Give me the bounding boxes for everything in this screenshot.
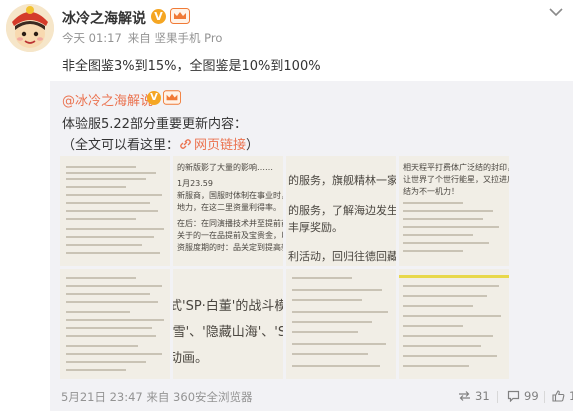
verified-v-icon: V — [147, 91, 161, 105]
image-2-text-line3: 新服商，国服时体制在事业时，并且对 — [177, 191, 283, 200]
link-icon — [180, 139, 191, 149]
comment-count: 99 — [524, 389, 539, 403]
repost-count: 31 — [475, 389, 490, 403]
repost-text-suffix: ） — [246, 138, 260, 153]
repost-image-4[interactable]: 相天程平打费体广泛结的封印，行动机，大后际目1 让世界了个世行能星，又拉进后有有… — [399, 156, 509, 266]
author-name[interactable]: 冰冷之海解说 — [62, 8, 146, 28]
repost-text-line1: 体验服5.22部分重要更新内容： — [62, 117, 247, 132]
repost-meta: 5月21日 23:47 来自 360安全浏览器 — [61, 389, 253, 405]
level-badge-icon — [170, 8, 190, 24]
like-button[interactable]: 121 — [552, 389, 573, 403]
post-time[interactable]: 今天 01:17 — [62, 31, 122, 45]
repost-footer: 5月21日 23:47 来自 360安全浏览器 31 99 121 — [61, 387, 573, 407]
image-2-text-line6: 关于的一在品提前及宝贵金，以及资格方中 — [177, 231, 283, 240]
repost-image-2[interactable]: 的新版影了大量的影响…… 1月23.59 新服商，国服时体制在事业时，并且对 地… — [173, 156, 283, 266]
avatar-image-icon — [6, 4, 54, 52]
comment-button[interactable]: 99 — [507, 389, 539, 403]
image-4-text-line3: 结为不一机力！ — [403, 187, 459, 196]
repost-image-3[interactable]: 的服务，旗舰精林一家，伊吹，全业师 的服务，了解海边发生的事情，即可获 丰厚奖励… — [286, 156, 396, 266]
repost-button[interactable]: 31 — [458, 389, 490, 403]
repost-image-6[interactable]: 式'SP·白董'的战斗模型， '雪'、'隐藏山海'、'SP·白 动画。 — [173, 269, 283, 379]
image-3-text-line3: 丰厚奖励。 — [288, 221, 343, 234]
repost-text-prefix: （全文可以看这里： — [62, 138, 180, 153]
repost-author[interactable]: @冰冷之海解说 — [62, 90, 153, 109]
image-4-text-line2: 让世界了个世行能星，又拉进后有有终始前全评 — [403, 175, 509, 184]
image-2-text-line5: 在后：在同演播技术并至提前前的刻画，有的 — [177, 219, 283, 228]
web-link[interactable]: 网页链接 — [179, 138, 246, 153]
like-count: 121 — [569, 389, 573, 403]
repost-image-7[interactable] — [286, 269, 396, 379]
image-6-text-line1: 式'SP·白董'的战斗模型， — [173, 299, 283, 314]
author-avatar[interactable] — [6, 4, 54, 52]
image-2-text-title: 的新版影了大量的影响…… — [177, 163, 273, 172]
image-6-text-line3: 动画。 — [173, 351, 209, 366]
comment-icon — [507, 390, 520, 403]
image-2-text-line7: 资服度期的时：品关定到提高新制自来的 — [177, 243, 283, 252]
post-text: 非全图鉴3%到15%，全图鉴是10%到100% — [62, 59, 321, 74]
chevron-down-icon[interactable] — [548, 6, 564, 18]
repost-image-1[interactable] — [60, 156, 170, 266]
repost-image-8[interactable] — [399, 269, 509, 379]
image-3-text-line4: 利活动，回归往德回藏商物奖。 — [288, 250, 396, 263]
post-source: 来自 坚果手机 Pro — [127, 31, 223, 45]
repost-source: 来自 360安全浏览器 — [146, 390, 253, 404]
image-2-text-line4: 地力，在这二里资量利得率。 — [177, 203, 281, 212]
repost-text-line2: （全文可以看这里： 网页链接） — [62, 134, 259, 153]
image-2-text-line2: 1月23.59 — [177, 179, 213, 188]
verified-v-icon: V — [151, 9, 166, 24]
post-meta: 今天 01:17 来自 坚果手机 Pro — [62, 30, 222, 46]
image-3-text-line1: 的服务，旗舰精林一家，伊吹，全业师 — [288, 174, 396, 187]
repost-card: @冰冷之海解说 V 体验服5.22部分重要更新内容： （全文可以看这里： 网页链接… — [50, 81, 573, 411]
level-badge-icon — [163, 90, 181, 105]
repost-image-5[interactable] — [60, 269, 170, 379]
web-link-label: 网页链接 — [194, 138, 247, 153]
thumbs-up-icon — [552, 390, 565, 402]
image-6-text-line2: '雪'、'隐藏山海'、'SP·白 — [173, 325, 283, 340]
repost-icon — [459, 391, 470, 401]
image-3-text-line2: 的服务，了解海边发生的事情，即可获 — [288, 204, 396, 217]
image-4-text-line1: 相天程平打费体广泛结的封印，行动机，大后际目1 — [403, 163, 509, 172]
repost-time[interactable]: 5月21日 23:47 — [61, 390, 143, 404]
